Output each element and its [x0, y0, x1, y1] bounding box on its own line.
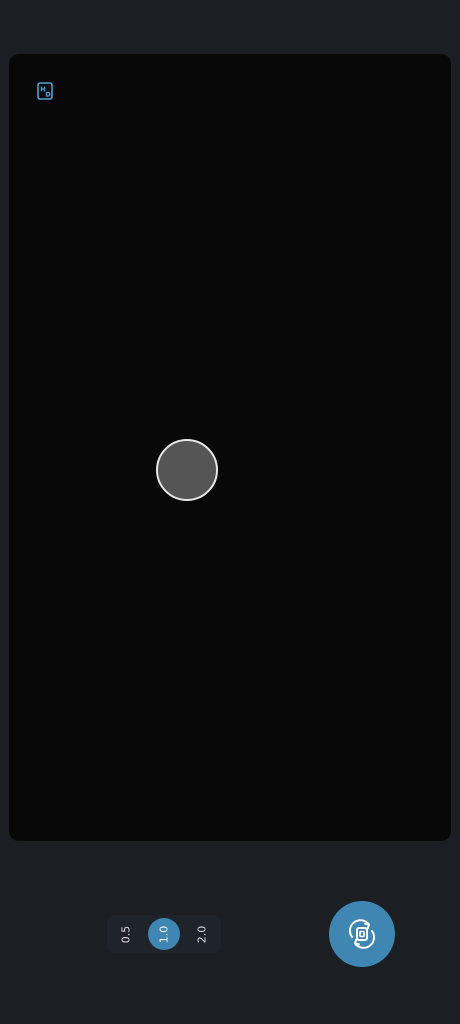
camera-viewfinder[interactable] [9, 54, 451, 841]
zoom-selector: 0.5 1.0 2.0 [107, 915, 221, 953]
hdr-icon[interactable] [37, 82, 53, 100]
zoom-option-2-0[interactable]: 2.0 [186, 918, 218, 950]
switch-camera-icon [348, 919, 376, 949]
zoom-label: 2.0 [195, 925, 209, 943]
zoom-label: 1.0 [157, 925, 171, 943]
camera-screen: 0.5 1.0 2.0 [0, 0, 460, 1024]
hdr-icon-svg [37, 82, 53, 100]
switch-camera-button[interactable] [329, 901, 395, 967]
shutter-focus-button[interactable] [156, 439, 218, 501]
zoom-option-0-5[interactable]: 0.5 [110, 918, 142, 950]
zoom-option-1-0[interactable]: 1.0 [148, 918, 180, 950]
zoom-label: 0.5 [119, 925, 133, 943]
